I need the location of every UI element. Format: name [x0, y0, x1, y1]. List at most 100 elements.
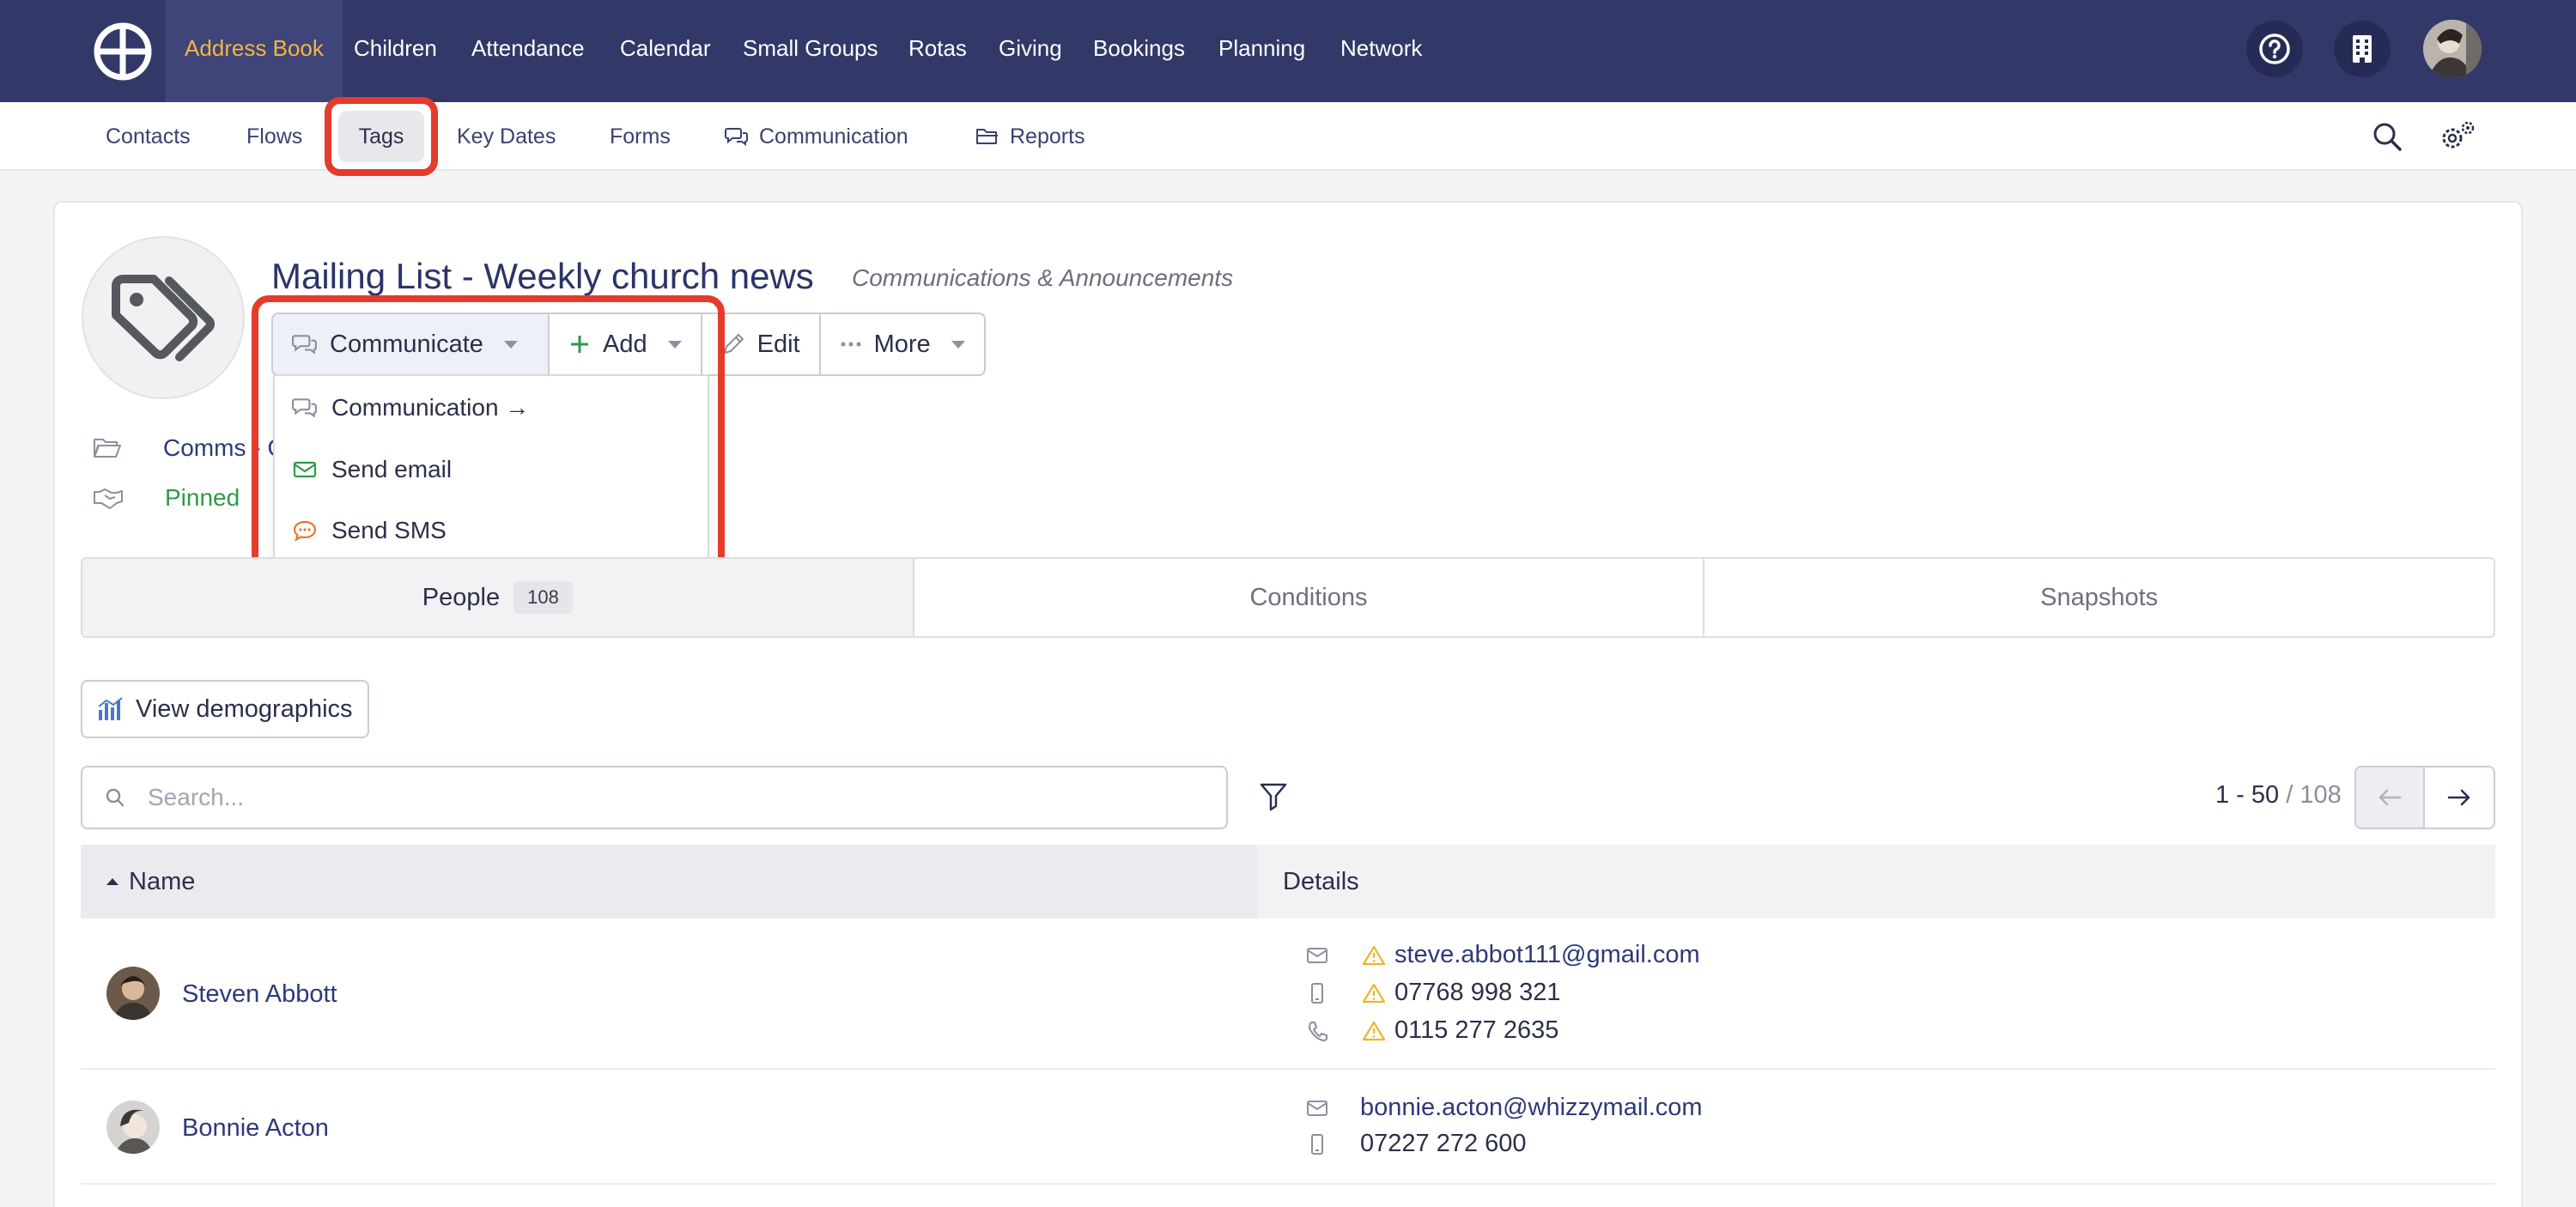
more-button[interactable]: More: [818, 312, 986, 376]
people-search-box: [81, 766, 1228, 829]
topnav-bookings[interactable]: Bookings: [1093, 0, 1185, 102]
column-header-name-label: Name: [129, 867, 196, 895]
topnav-calendar[interactable]: Calendar: [620, 0, 711, 102]
person-name-link[interactable]: Bonnie Acton: [182, 1114, 329, 1143]
phone-icon: [1309, 1021, 1327, 1041]
subnav-reports[interactable]: Reports: [975, 102, 1085, 171]
tag-actions: Communicate Add Edit More: [271, 312, 986, 376]
subnav-communication[interactable]: Communication: [725, 102, 908, 171]
organisation-button[interactable]: [2334, 21, 2391, 77]
detail-mobile: 07768 998 321: [1300, 979, 1561, 1007]
filter-icon[interactable]: [1259, 781, 1288, 812]
table-row: Bonnie Acton bonnie.acton@whizzymail.com…: [81, 1070, 2495, 1185]
warning-icon: [1362, 945, 1386, 965]
menu-item-send-sms-label: Send SMS: [331, 517, 447, 543]
tag-folder-link[interactable]: Comms - C: [163, 434, 285, 462]
handshake-icon: [94, 488, 123, 509]
topnav-attendance[interactable]: Attendance: [471, 0, 585, 102]
search-input[interactable]: [148, 784, 1161, 811]
topnav-children[interactable]: Children: [354, 0, 437, 102]
tab-conditions[interactable]: Conditions: [912, 559, 1704, 636]
mobile-number[interactable]: 07227 272 600: [1360, 1130, 1527, 1158]
tag-icon: [112, 275, 215, 361]
topnav-small-groups[interactable]: Small Groups: [743, 0, 878, 102]
menu-item-communication[interactable]: Communication →: [292, 386, 529, 429]
tag-status-row: Pinned: [93, 484, 240, 512]
chat-icon: [292, 335, 317, 355]
tag-tabs: People 108 Conditions Snapshots: [81, 557, 2495, 638]
column-header-name[interactable]: Name: [81, 845, 1257, 919]
chat-icon: [292, 398, 317, 418]
add-button[interactable]: Add: [548, 312, 702, 376]
subnav-forms[interactable]: Forms: [610, 102, 671, 171]
topnav-network[interactable]: Network: [1340, 0, 1422, 102]
page-title: Mailing List - Weekly church news: [271, 256, 814, 296]
help-button[interactable]: [2246, 21, 2303, 77]
menu-item-send-email-label: Send email: [331, 456, 453, 482]
detail-phone: 0115 277 2635: [1300, 1016, 1558, 1045]
edit-button[interactable]: Edit: [700, 312, 821, 376]
settings-gears-icon[interactable]: [2439, 119, 2476, 154]
chat-icon: [725, 128, 748, 146]
tab-snapshots[interactable]: Snapshots: [1703, 559, 2494, 636]
warning-icon: [1362, 983, 1386, 1003]
table-row: Steven Abbott steve.abbot111@gmail.com 0…: [81, 919, 2495, 1070]
avatar[interactable]: [106, 967, 160, 1020]
avatar[interactable]: [106, 1101, 160, 1154]
mobile-icon: [1311, 1133, 1323, 1155]
search-icon[interactable]: [2372, 121, 2403, 152]
person-name-link[interactable]: Steven Abbott: [182, 980, 337, 1009]
pagination-range: 1 - 50: [2215, 781, 2280, 809]
envelope-icon: [1307, 947, 1327, 963]
phone-number[interactable]: 0115 277 2635: [1394, 1016, 1558, 1045]
topnav-address-book[interactable]: Address Book: [166, 0, 343, 102]
menu-item-communication-label: Communication →: [331, 394, 530, 421]
warning-icon: [1362, 1021, 1386, 1040]
menu-item-send-sms[interactable]: Send SMS: [292, 509, 447, 552]
menu-item-send-email[interactable]: Send email: [292, 448, 452, 491]
view-demographics-label: View demographics: [136, 694, 353, 723]
pencil-icon: [723, 334, 744, 354]
email-link[interactable]: bonnie.acton@whizzymail.com: [1360, 1094, 1703, 1122]
communicate-button[interactable]: Communicate: [271, 312, 550, 376]
subnav-tags-highlight[interactable]: Tags: [325, 97, 438, 176]
help-icon: [2259, 33, 2290, 64]
tab-people[interactable]: People 108: [82, 559, 913, 636]
folder-icon: [976, 129, 998, 144]
detail-email: steve.abbot111@gmail.com: [1300, 941, 1700, 969]
detail-mobile: 07227 272 600: [1300, 1130, 1527, 1158]
tag-avatar: [82, 236, 245, 399]
previous-page-button[interactable]: [2356, 767, 2425, 828]
subnav-tags[interactable]: Tags: [338, 111, 424, 162]
tab-people-label: People: [422, 583, 501, 611]
tag-category: Communications & Announcements: [852, 264, 1234, 291]
next-page-button[interactable]: [2425, 767, 2494, 828]
search-icon: [106, 788, 125, 807]
chevron-down-icon: [503, 340, 518, 349]
topnav-planning[interactable]: Planning: [1218, 0, 1305, 102]
user-avatar[interactable]: [2423, 20, 2482, 78]
ellipsis-icon: [841, 342, 861, 347]
tab-snapshots-label: Snapshots: [2040, 583, 2159, 611]
chevron-down-icon: [951, 340, 965, 349]
subnav-flows[interactable]: Flows: [246, 102, 302, 171]
view-demographics-button[interactable]: View demographics: [81, 680, 369, 738]
edit-label: Edit: [756, 330, 800, 358]
pagination-status: 1 - 50 / 108: [2215, 781, 2342, 810]
people-table-header: Name Details: [81, 845, 2495, 919]
app-logo-icon[interactable]: [93, 21, 153, 82]
topnav-giving[interactable]: Giving: [999, 0, 1062, 102]
subnav-key-dates[interactable]: Key Dates: [457, 102, 556, 171]
subnav-contacts[interactable]: Contacts: [106, 102, 191, 171]
email-link[interactable]: steve.abbot111@gmail.com: [1394, 941, 1700, 969]
folder-icon: [94, 439, 121, 458]
subnav-reports-label: Reports: [1010, 124, 1085, 149]
subnav-communication-label: Communication: [759, 124, 908, 149]
topnav-rotas[interactable]: Rotas: [908, 0, 967, 102]
envelope-icon: [1307, 1100, 1327, 1116]
plus-icon: [571, 336, 588, 353]
tag-status: Pinned: [165, 484, 240, 511]
add-label: Add: [603, 330, 647, 358]
pagination-controls: [2354, 766, 2495, 829]
mobile-number[interactable]: 07768 998 321: [1394, 979, 1561, 1007]
